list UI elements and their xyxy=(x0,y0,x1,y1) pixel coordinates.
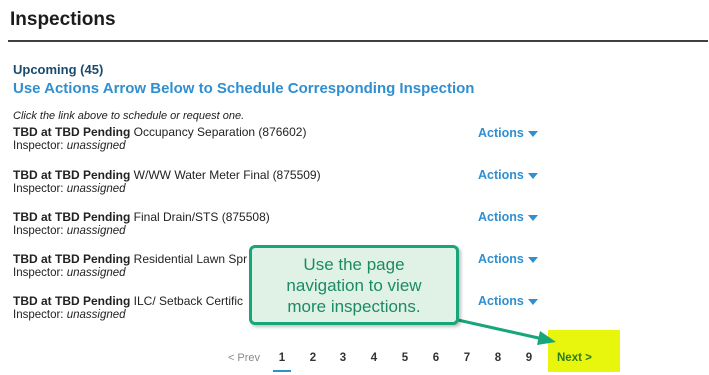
callout-text-line: Use the page xyxy=(303,255,405,274)
help-callout: Use the page navigation to view more ins… xyxy=(249,245,459,325)
callout-text-line: navigation to view xyxy=(286,276,422,295)
callout-text-line: more inspections. xyxy=(287,297,421,316)
